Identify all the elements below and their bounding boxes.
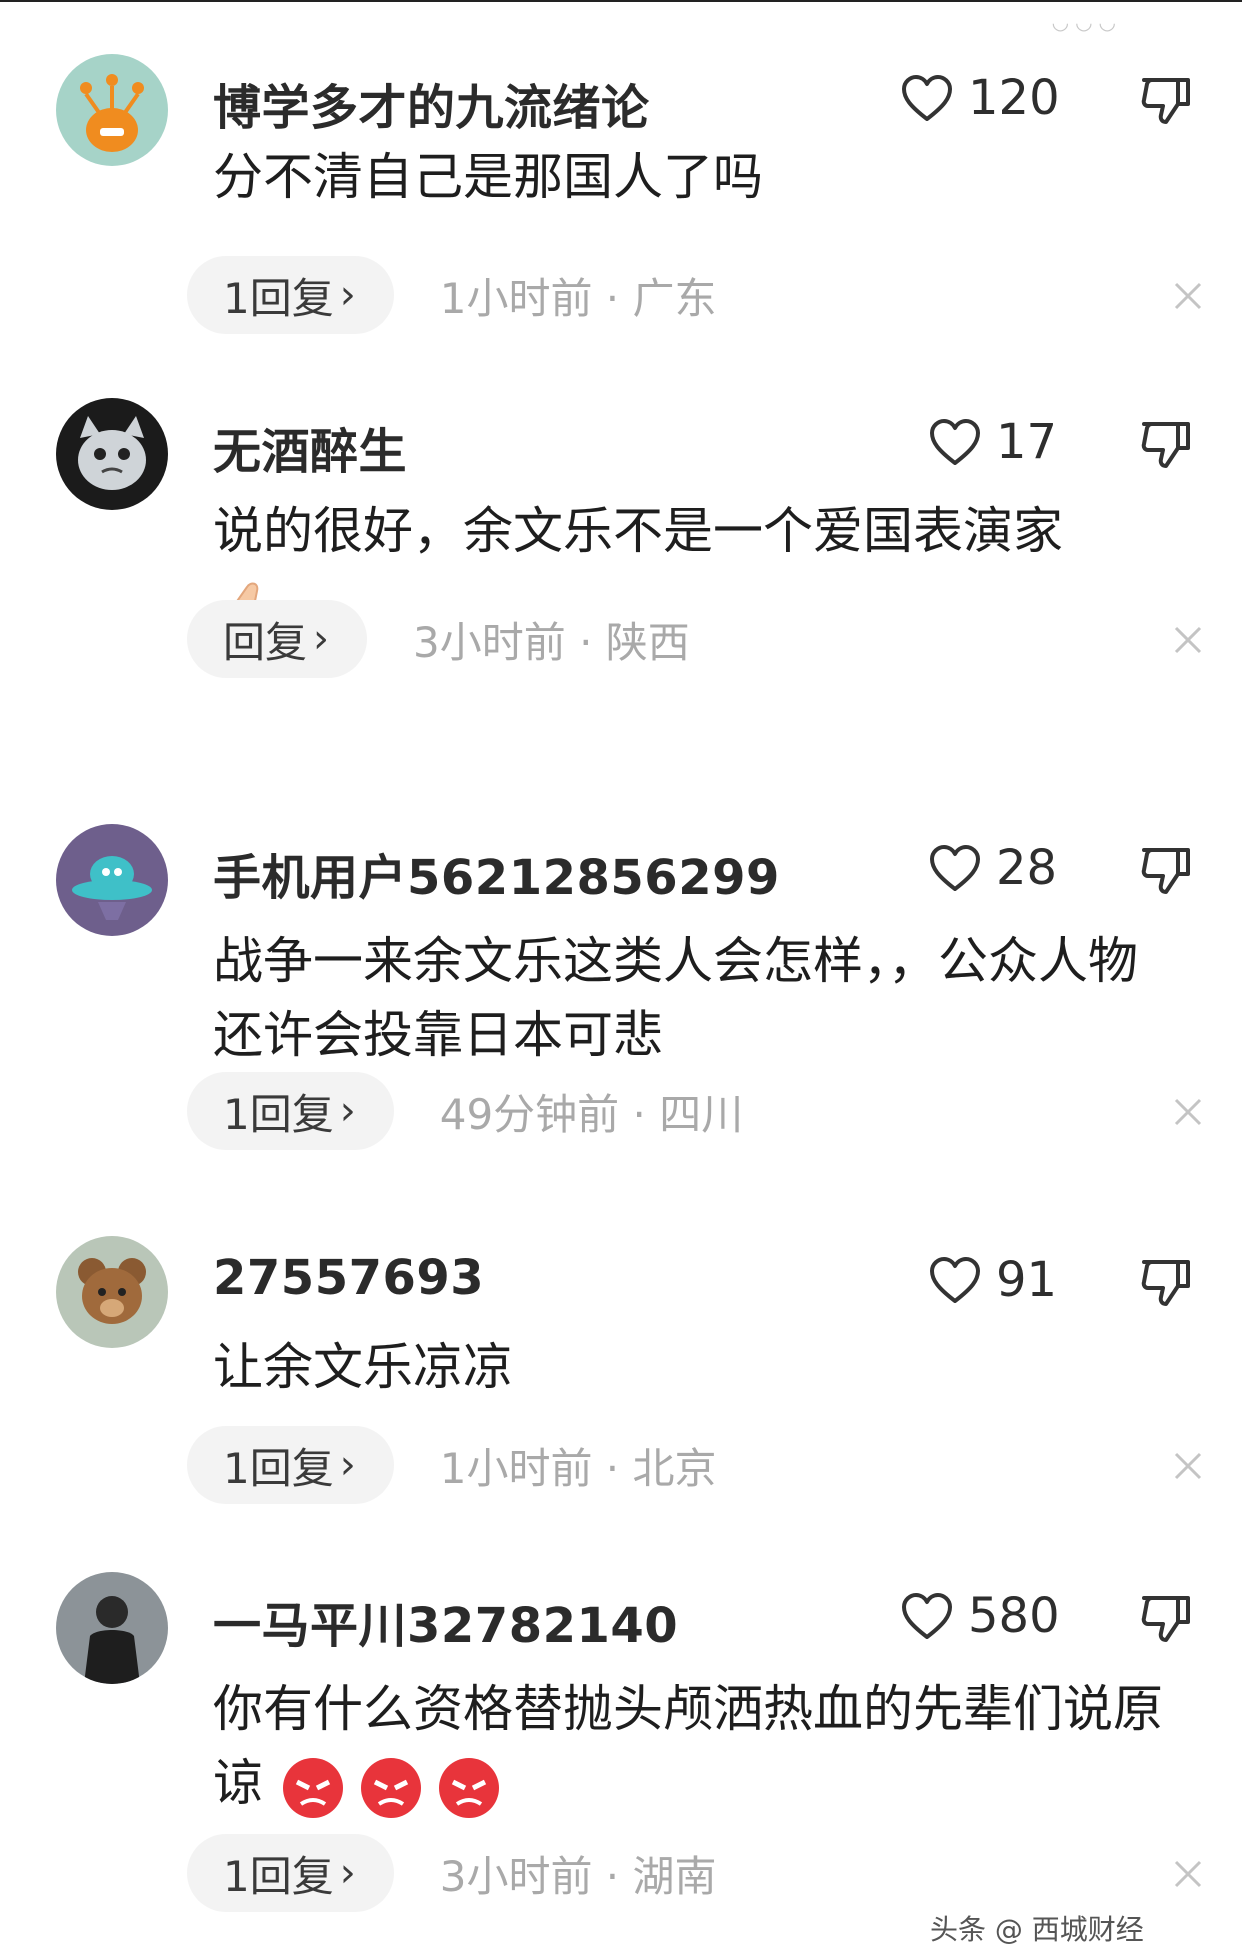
timestamp-location: 49分钟前 · 四川 [439, 1089, 744, 1139]
username[interactable]: 无酒醉生 [213, 412, 407, 482]
like-button[interactable]: 28 [928, 828, 1057, 908]
reply-button[interactable]: 1回复 › [187, 1072, 394, 1150]
chevron-right-icon: › [313, 616, 330, 662]
dislike-icon[interactable] [1138, 1254, 1194, 1310]
dislike-icon[interactable] [1138, 842, 1194, 898]
like-count: 17 [996, 414, 1058, 470]
timestamp-location: 3小时前 · 陕西 [413, 617, 690, 667]
dislike-icon[interactable] [1138, 416, 1194, 472]
angry-face-icon [282, 1757, 499, 1818]
heart-icon [902, 1593, 952, 1639]
close-icon[interactable] [1168, 276, 1208, 316]
chevron-right-icon: › [339, 1088, 356, 1134]
reply-label: 1回复 [223, 273, 334, 323]
dislike-icon[interactable] [1138, 72, 1194, 128]
teddy-bear-avatar-icon[interactable] [56, 1236, 168, 1348]
watermark: 头条 @ 西城财经 [930, 1913, 1144, 1946]
reply-label: 1回复 [223, 1089, 334, 1139]
username[interactable]: 博学多才的九流绪论 [213, 68, 650, 138]
ufo-avatar-icon[interactable] [56, 824, 168, 936]
comment-text: 让余文乐凉凉 [213, 1338, 513, 1396]
close-icon[interactable] [1168, 1446, 1208, 1486]
heart-icon [930, 845, 980, 891]
timestamp-location: 3小时前 · 湖南 [439, 1851, 717, 1901]
person-photo-avatar-icon[interactable] [56, 1572, 168, 1684]
reply-button[interactable]: 回复 › [187, 600, 368, 678]
heart-icon [930, 1257, 980, 1303]
heart-icon [930, 419, 980, 465]
like-count: 580 [968, 1588, 1060, 1644]
dislike-icon[interactable] [1138, 1590, 1194, 1646]
reply-button[interactable]: 1回复 › [187, 1834, 394, 1912]
timestamp-location: 1小时前 · 广东 [439, 273, 717, 323]
username[interactable]: 一马平川32782140 [213, 1586, 678, 1656]
like-button[interactable]: 17 [928, 402, 1057, 482]
like-count: 91 [996, 1252, 1058, 1308]
like-button[interactable]: 580 [900, 1576, 1060, 1656]
like-button[interactable]: 91 [928, 1240, 1057, 1320]
like-button[interactable]: 120 [900, 58, 1060, 138]
reply-button[interactable]: 1回复 › [187, 1426, 394, 1504]
chevron-right-icon: › [339, 1850, 356, 1896]
close-icon[interactable] [1168, 1854, 1208, 1894]
like-count: 120 [968, 70, 1060, 126]
reply-label: 1回复 [223, 1851, 334, 1901]
chevron-right-icon: › [339, 272, 356, 318]
reply-label: 1回复 [223, 1443, 334, 1493]
username[interactable]: 手机用户56212856299 [213, 838, 780, 908]
comment-text-body: 说的很好，余文乐不是一个爱国表演家 [213, 502, 1063, 560]
cat-avatar-icon[interactable] [56, 398, 168, 510]
timestamp-location: 1小时前 · 北京 [439, 1443, 717, 1493]
top-divider [0, 0, 1242, 2]
top-dots: ◡◡◡ [1051, 10, 1122, 34]
heart-icon [902, 75, 952, 121]
close-icon[interactable] [1168, 620, 1208, 660]
comment-text: 战争一来余文乐这类人会怎样，，公众人物还许会投靠日本可悲 [213, 932, 1138, 1064]
username[interactable]: 27557693 [213, 1250, 484, 1306]
close-icon[interactable] [1168, 1092, 1208, 1132]
comment-text: 分不清自己是那国人了吗 [213, 148, 763, 206]
reply-button[interactable]: 1回复 › [187, 256, 394, 334]
like-count: 28 [996, 840, 1058, 896]
reply-label: 回复 [223, 617, 308, 667]
alien-avatar-icon[interactable] [56, 54, 168, 166]
chevron-right-icon: › [339, 1442, 356, 1488]
comment-text: 你有什么资格替抛头颅洒热血的先辈们说原谅 [213, 1672, 1183, 1822]
